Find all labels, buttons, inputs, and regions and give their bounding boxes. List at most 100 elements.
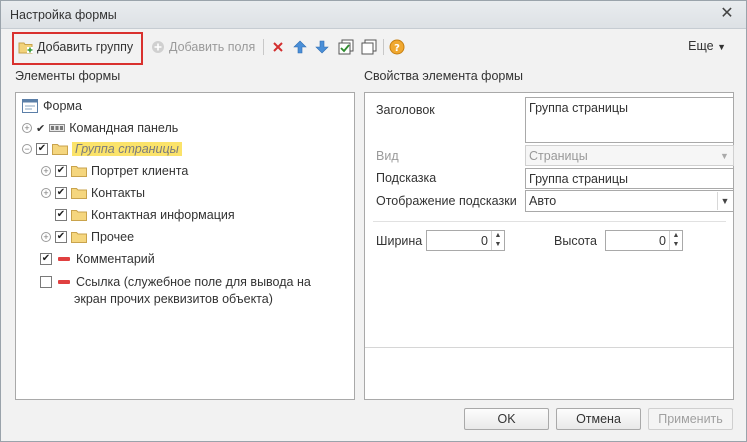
- more-label: Еще: [688, 39, 714, 53]
- panel-divider: [365, 347, 733, 348]
- highlight-box: [12, 32, 143, 65]
- form-settings-window: Настройка формы ✕ Добавить группу Добави…: [0, 0, 747, 442]
- width-value: 0: [481, 234, 488, 248]
- tooltip-display-select[interactable]: Авто ▼: [525, 190, 734, 212]
- tree-item-label: Группа страницы: [72, 142, 182, 156]
- arrow-down-icon: [314, 39, 330, 55]
- tooltip-display-prop-label: Отображение подсказки: [376, 194, 517, 208]
- width-stepper[interactable]: 0 ▲ ▼: [426, 230, 505, 251]
- folder-icon: [71, 188, 87, 199]
- tree-item-label: Контакты: [91, 186, 145, 200]
- title-field[interactable]: Группа страницы: [525, 97, 734, 143]
- folder-icon: [71, 166, 87, 177]
- form-elements-header: Элементы формы: [15, 69, 121, 83]
- tree-item-form[interactable]: Форма: [22, 97, 82, 115]
- width-prop-label: Ширина: [376, 234, 423, 248]
- tree-item-contact-info[interactable]: ✔ Контактная информация: [41, 206, 235, 224]
- title-bar: Настройка формы ✕: [1, 1, 746, 29]
- apply-button[interactable]: Применить: [648, 408, 733, 430]
- tooltip-field[interactable]: Группа страницы: [525, 168, 734, 189]
- checkbox[interactable]: ✔: [36, 143, 48, 155]
- check-all-button[interactable]: [338, 36, 357, 58]
- tree-item-page-group[interactable]: − ✔ Группа страницы: [22, 140, 182, 158]
- props-separator: [373, 221, 726, 222]
- move-up-button[interactable]: [292, 36, 311, 58]
- field-icon: [58, 280, 70, 284]
- command-bar-icon: [49, 124, 66, 132]
- help-button[interactable]: ?: [389, 36, 408, 58]
- svg-text:?: ?: [394, 43, 400, 54]
- uncheck-all-button[interactable]: [361, 36, 380, 58]
- expand-icon[interactable]: +: [22, 123, 32, 133]
- checkbox[interactable]: ✔: [55, 165, 67, 177]
- tooltip-field-value: Группа страницы: [529, 172, 628, 186]
- check-icon[interactable]: ✔: [36, 122, 45, 135]
- window-title: Настройка формы: [10, 8, 117, 22]
- tree-item-label: Прочее: [91, 230, 135, 244]
- tree-item-label: Командная панель: [69, 121, 179, 135]
- height-prop-label: Высота: [554, 234, 597, 248]
- element-properties-header: Свойства элемента формы: [364, 69, 523, 83]
- tree-item-label: Контактная информация: [91, 208, 235, 222]
- uncheck-all-icon: [361, 39, 377, 55]
- tree-item-comment[interactable]: ✔ Комментарий: [40, 250, 155, 268]
- cancel-button[interactable]: Отмена: [556, 408, 641, 430]
- tree-item-label: Ссылка (служебное поле для вывода на: [76, 275, 311, 289]
- tree-item-other[interactable]: + ✔ Прочее: [41, 228, 134, 246]
- tree-item-label: Комментарий: [76, 252, 155, 266]
- tree-item-label: Портрет клиента: [91, 164, 189, 178]
- apply-label: Применить: [658, 412, 723, 426]
- folder-icon: [71, 210, 87, 221]
- checkbox[interactable]: ✔: [40, 253, 52, 265]
- help-icon: ?: [389, 39, 405, 55]
- move-down-button[interactable]: [314, 36, 333, 58]
- checkbox[interactable]: ✔: [55, 187, 67, 199]
- folder-icon: [52, 144, 68, 155]
- arrow-up-icon: [292, 39, 308, 55]
- chevron-down-icon: ▼: [720, 150, 729, 161]
- title-prop-label: Заголовок: [376, 103, 435, 117]
- view-select-value: Страницы: [529, 149, 588, 163]
- tooltip-prop-label: Подсказка: [376, 171, 437, 185]
- collapse-icon[interactable]: −: [22, 144, 32, 154]
- tree-item-client-portrait[interactable]: + ✔ Портрет клиента: [41, 162, 188, 180]
- add-fields-label: Добавить поля: [169, 40, 256, 54]
- toolbar-separator: [383, 39, 384, 55]
- spin-arrows-icon[interactable]: ▲ ▼: [491, 231, 504, 250]
- ok-label: OK: [497, 412, 516, 426]
- expand-icon[interactable]: +: [41, 188, 51, 198]
- form-elements-tree[interactable]: Форма + ✔ Командная панель − ✔ Группа ст…: [15, 92, 355, 400]
- spin-arrows-icon[interactable]: ▲ ▼: [669, 231, 682, 250]
- checkbox[interactable]: ✔: [55, 209, 67, 221]
- check-all-icon: [338, 39, 354, 55]
- cancel-label: Отмена: [576, 412, 621, 426]
- delete-button[interactable]: [270, 36, 289, 58]
- toolbar-separator: [263, 39, 264, 55]
- more-menu-button[interactable]: Еще ▼: [688, 39, 726, 53]
- view-select[interactable]: Страницы ▼: [525, 145, 734, 166]
- tree-item-link-cont: экран прочих реквизитов объекта): [74, 290, 273, 308]
- title-field-value: Группа страницы: [529, 101, 628, 115]
- tree-item-command-bar[interactable]: + ✔ Командная панель: [22, 119, 178, 137]
- tooltip-display-value: Авто: [529, 194, 557, 208]
- view-prop-label: Вид: [376, 149, 399, 163]
- add-fields-button[interactable]: Добавить поля: [150, 36, 255, 58]
- chevron-down-icon: ▼: [717, 42, 726, 52]
- tree-item-contacts[interactable]: + ✔ Контакты: [41, 184, 145, 202]
- add-fields-icon: [150, 39, 166, 55]
- checkbox[interactable]: ✔: [55, 231, 67, 243]
- expand-icon[interactable]: +: [41, 232, 51, 242]
- checkbox[interactable]: [40, 276, 52, 288]
- folder-icon: [71, 232, 87, 243]
- expand-icon[interactable]: +: [41, 166, 51, 176]
- ok-button[interactable]: OK: [464, 408, 549, 430]
- tree-item-label: Форма: [43, 99, 82, 113]
- form-icon: [22, 99, 38, 113]
- height-value: 0: [659, 234, 666, 248]
- tree-item-link[interactable]: Ссылка (служебное поле для вывода на: [40, 273, 311, 291]
- chevron-down-icon[interactable]: ▼: [717, 192, 732, 210]
- height-stepper[interactable]: 0 ▲ ▼: [605, 230, 683, 251]
- tree-item-label: экран прочих реквизитов объекта): [74, 292, 273, 306]
- delete-icon: [270, 39, 286, 55]
- close-icon[interactable]: ✕: [718, 5, 736, 23]
